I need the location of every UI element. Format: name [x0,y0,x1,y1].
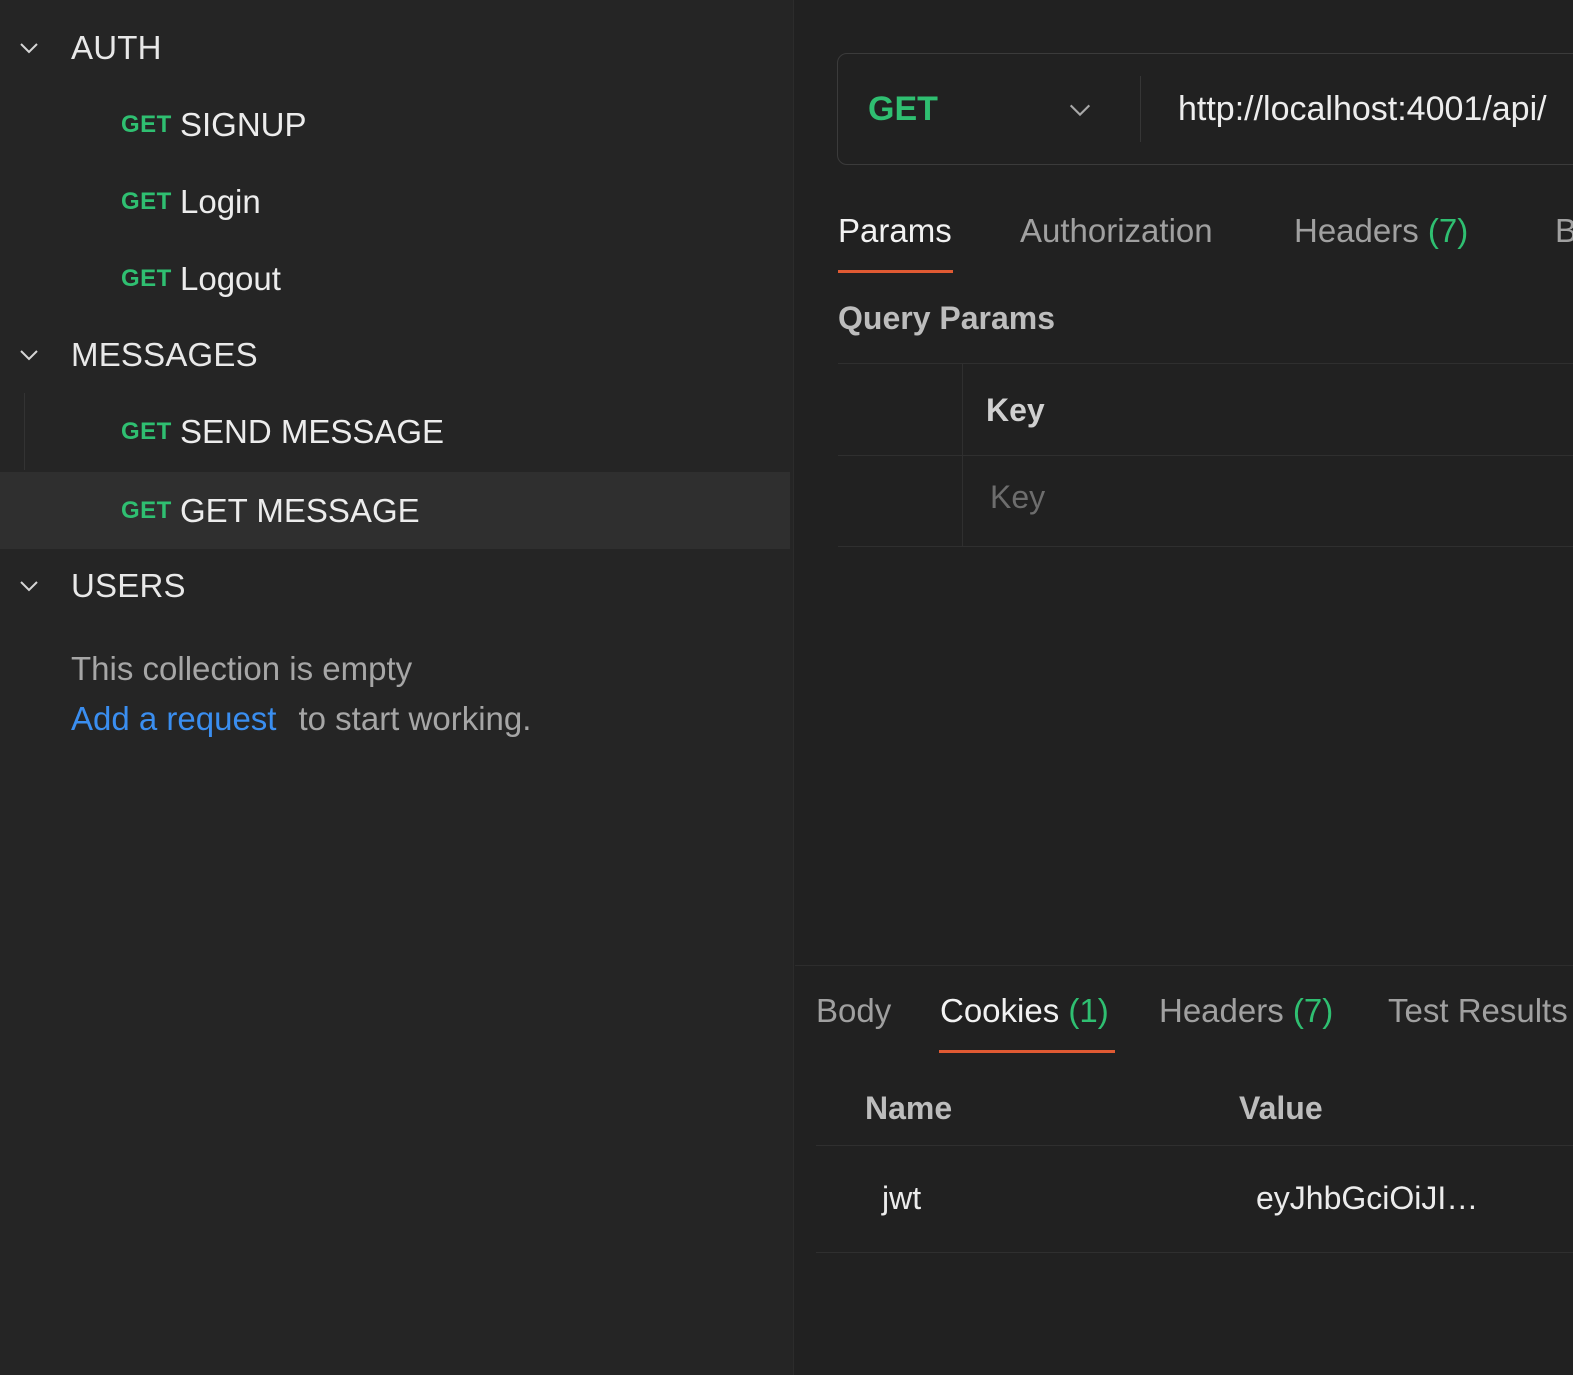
method-badge: GET [121,110,172,138]
folder-label: USERS [71,567,186,604]
sidebar-request-login[interactable]: GET Login [0,163,790,240]
table-row-divider [816,1252,1573,1253]
method-badge: GET [121,417,172,445]
tab-label: Headers [1159,992,1284,1029]
tree-guide-line [24,393,25,470]
tab-headers[interactable]: Headers (7) [1294,212,1468,250]
request-name: Logout [180,259,281,297]
active-tab-indicator [838,270,953,273]
tab-params[interactable]: Params [838,212,952,250]
empty-collection-suffix: to start working. [298,700,532,737]
folder-users[interactable]: USERS [0,548,794,624]
sidebar-request-logout[interactable]: GET Logout [0,240,790,317]
tab-cookies[interactable]: Cookies (1) [940,992,1109,1030]
request-name: SIGNUP [180,105,307,143]
table-header-divider [816,1145,1573,1146]
request-name: Login [180,182,261,220]
sidebar-request-get-message[interactable]: GET GET MESSAGE [0,472,790,549]
chevron-down-icon[interactable] [16,342,42,368]
tab-response-headers[interactable]: Headers (7) [1159,992,1333,1030]
collections-sidebar: AUTH GET SIGNUP GET Login GET Logout MES… [0,0,794,1375]
query-params-title: Query Params [838,300,1056,336]
count-badge: (7) [1292,992,1334,1029]
row-divider [838,455,1573,456]
count-badge: (1) [1068,992,1109,1029]
count-badge: (7) [1427,212,1469,249]
query-params-table: Key Key [838,363,1573,547]
key-input[interactable]: Key [990,479,1045,516]
empty-collection-hint: Add a request to start working. [71,700,531,738]
chevron-down-icon[interactable] [16,35,42,61]
empty-collection-text: This collection is empty [71,650,413,687]
tab-authorization[interactable]: Authorization [1020,212,1213,250]
request-editor: GET http://localhost:4001/api/ Params Au… [795,0,1573,1375]
cookie-value-header: Value [1239,1090,1323,1126]
cookie-name-cell: jwt [882,1180,922,1216]
response-pane-divider[interactable] [795,965,1573,966]
chevron-down-icon[interactable] [16,573,42,599]
key-column-header: Key [986,392,1045,428]
cookie-name-header: Name [865,1090,953,1126]
tab-label: Cookies [940,992,1060,1029]
folder-messages[interactable]: MESSAGES [0,317,794,393]
tab-label: Headers [1294,212,1419,249]
url-bar: GET http://localhost:4001/api/ [837,53,1573,165]
folder-label: MESSAGES [71,336,258,373]
tab-response-body[interactable]: Body [816,992,891,1030]
sidebar-request-signup[interactable]: GET SIGNUP [0,86,790,163]
http-method-select[interactable]: GET [868,90,938,129]
method-badge: GET [121,187,172,215]
url-bar-divider [1140,76,1141,142]
method-badge: GET [121,496,172,524]
active-tab-indicator [939,1050,1115,1053]
request-name: SEND MESSAGE [180,412,445,450]
method-badge: GET [121,264,172,292]
request-name: GET MESSAGE [180,491,420,529]
url-input[interactable]: http://localhost:4001/api/ [1178,90,1547,129]
tab-body-truncated[interactable]: B [1555,212,1573,250]
folder-label: AUTH [71,29,162,66]
folder-auth[interactable]: AUTH [0,10,794,86]
sidebar-request-send-message[interactable]: GET SEND MESSAGE [0,393,790,470]
chevron-down-icon[interactable] [1066,96,1094,124]
add-request-link[interactable]: Add a request [71,700,276,737]
cookie-value-cell[interactable]: eyJhbGciOiJI… [1256,1180,1478,1217]
app-window: AUTH GET SIGNUP GET Login GET Logout MES… [0,0,1573,1375]
tab-test-results[interactable]: Test Results [1388,992,1568,1030]
